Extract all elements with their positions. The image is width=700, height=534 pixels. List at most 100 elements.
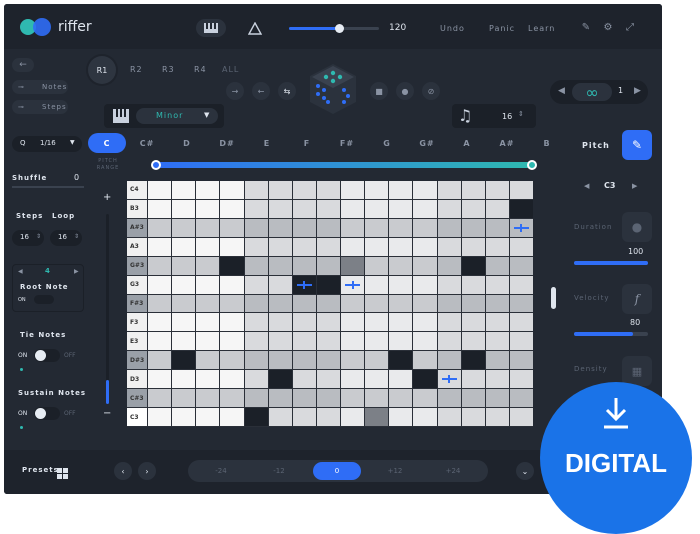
swap-button[interactable]: ⇆: [278, 82, 296, 100]
grid-cell[interactable]: [437, 256, 461, 275]
duration-slider[interactable]: [574, 261, 648, 265]
grid-cell[interactable]: [365, 237, 389, 256]
grid-cell[interactable]: [341, 351, 365, 370]
grid-cell[interactable]: [292, 370, 316, 389]
grid-cell[interactable]: [292, 332, 316, 351]
grid-cell[interactable]: [268, 256, 292, 275]
prev-preset-button[interactable]: ‹: [114, 462, 132, 480]
loop-stepper[interactable]: 16 ⇕: [50, 230, 82, 246]
grid-cell[interactable]: [220, 389, 244, 408]
next-preset-button[interactable]: ›: [138, 462, 156, 480]
shuffle-value[interactable]: 0: [74, 173, 79, 182]
grid-cell[interactable]: [389, 218, 413, 237]
grid-cell[interactable]: [148, 332, 172, 351]
clear-button[interactable]: ⊘: [422, 82, 440, 100]
grid-cell[interactable]: [437, 332, 461, 351]
grid-cell[interactable]: [244, 408, 268, 426]
grid-cell[interactable]: [461, 218, 485, 237]
grid-cell[interactable]: [172, 351, 196, 370]
grid-cell[interactable]: [509, 332, 533, 351]
grid-cell[interactable]: [196, 275, 220, 294]
grid-cell[interactable]: [244, 218, 268, 237]
root-note-right-icon[interactable]: ▶: [74, 268, 79, 275]
steps-mode-button[interactable]: ⊸ Steps: [12, 100, 68, 114]
grid-cell[interactable]: [485, 294, 509, 313]
grid-scrollbar[interactable]: [551, 287, 556, 309]
root-note-left-icon[interactable]: ◀: [18, 268, 23, 275]
grid-cell[interactable]: [389, 332, 413, 351]
grid-cell[interactable]: [485, 351, 509, 370]
sustain-notes-toggle[interactable]: [34, 407, 60, 420]
grid-cell[interactable]: [220, 313, 244, 332]
grid-cell[interactable]: [413, 275, 437, 294]
grid-cell[interactable]: [341, 313, 365, 332]
velocity-icon[interactable]: f: [622, 284, 652, 314]
riff-3-button[interactable]: R3: [162, 65, 175, 74]
grid-cell[interactable]: [485, 181, 509, 199]
grid-cell[interactable]: [172, 389, 196, 408]
grid-cell[interactable]: [268, 237, 292, 256]
range-handle-left[interactable]: [151, 160, 161, 170]
grid-cell[interactable]: [268, 389, 292, 408]
grid-cell[interactable]: [389, 237, 413, 256]
grid-cell[interactable]: [220, 199, 244, 218]
shuffle-slider[interactable]: [12, 186, 84, 188]
grid-cell[interactable]: [292, 294, 316, 313]
grid-cell[interactable]: [365, 408, 389, 426]
grid-cell[interactable]: [461, 181, 485, 199]
grid-cell[interactable]: [244, 181, 268, 199]
grid-cell[interactable]: [316, 199, 340, 218]
grid-cell[interactable]: [461, 370, 485, 389]
notes-mode-button[interactable]: ⊸ Notes: [12, 80, 68, 94]
grid-cell[interactable]: [365, 389, 389, 408]
grid-cell[interactable]: [292, 313, 316, 332]
grid-cell[interactable]: [196, 313, 220, 332]
grid-cell[interactable]: [244, 389, 268, 408]
grid-cell[interactable]: [316, 389, 340, 408]
grid-cell[interactable]: [485, 237, 509, 256]
grid-cell[interactable]: [316, 218, 340, 237]
range-plus-button[interactable]: +: [103, 192, 111, 203]
expand-icon[interactable]: ⤢: [624, 21, 636, 33]
grid-cell[interactable]: [148, 237, 172, 256]
grid-cell[interactable]: [485, 275, 509, 294]
grid-cell[interactable]: [292, 237, 316, 256]
note-grid[interactable]: C4 B3 A#3 A3 G#3 G3 F#3 F3 E3 D#3 D3 C#3 C3: [127, 181, 533, 427]
grid-cell[interactable]: [389, 389, 413, 408]
key-a[interactable]: A: [448, 133, 486, 153]
grid-cell[interactable]: [220, 294, 244, 313]
key-a-sharp[interactable]: A#: [488, 133, 526, 153]
shift-right-button[interactable]: →: [226, 82, 244, 100]
grid-cell[interactable]: [268, 351, 292, 370]
grid-cell[interactable]: [316, 351, 340, 370]
grid-cell[interactable]: [148, 181, 172, 199]
grid-cell[interactable]: [172, 332, 196, 351]
grid-cell[interactable]: [461, 408, 485, 426]
quantize-select[interactable]: Q 1/16 ▼: [12, 136, 82, 152]
undo-button[interactable]: Undo: [440, 24, 465, 33]
grid-cell[interactable]: [196, 199, 220, 218]
grid-cell[interactable]: [389, 181, 413, 199]
grid-cell[interactable]: [244, 256, 268, 275]
grid-cell[interactable]: [341, 370, 365, 389]
back-arrow-button[interactable]: ←: [12, 58, 34, 72]
grid-cell[interactable]: [389, 370, 413, 389]
grid-cell[interactable]: [509, 256, 533, 275]
key-b[interactable]: B: [528, 133, 566, 153]
grid-cell[interactable]: [437, 389, 461, 408]
grid-cell[interactable]: [148, 256, 172, 275]
grid-cell[interactable]: [461, 256, 485, 275]
grid-cell[interactable]: [413, 199, 437, 218]
grid-cell[interactable]: [461, 294, 485, 313]
grid-cell[interactable]: [509, 313, 533, 332]
grid-cell[interactable]: [220, 237, 244, 256]
grid-cell[interactable]: [341, 275, 365, 294]
grid-cell[interactable]: [268, 332, 292, 351]
gear-icon[interactable]: ⚙: [602, 21, 614, 33]
grid-cell[interactable]: [437, 351, 461, 370]
grid-cell[interactable]: [461, 199, 485, 218]
grid-cell[interactable]: [437, 313, 461, 332]
grid-cell[interactable]: [341, 218, 365, 237]
pitch-edit-button[interactable]: ✎: [622, 130, 652, 160]
grid-cell[interactable]: [485, 313, 509, 332]
